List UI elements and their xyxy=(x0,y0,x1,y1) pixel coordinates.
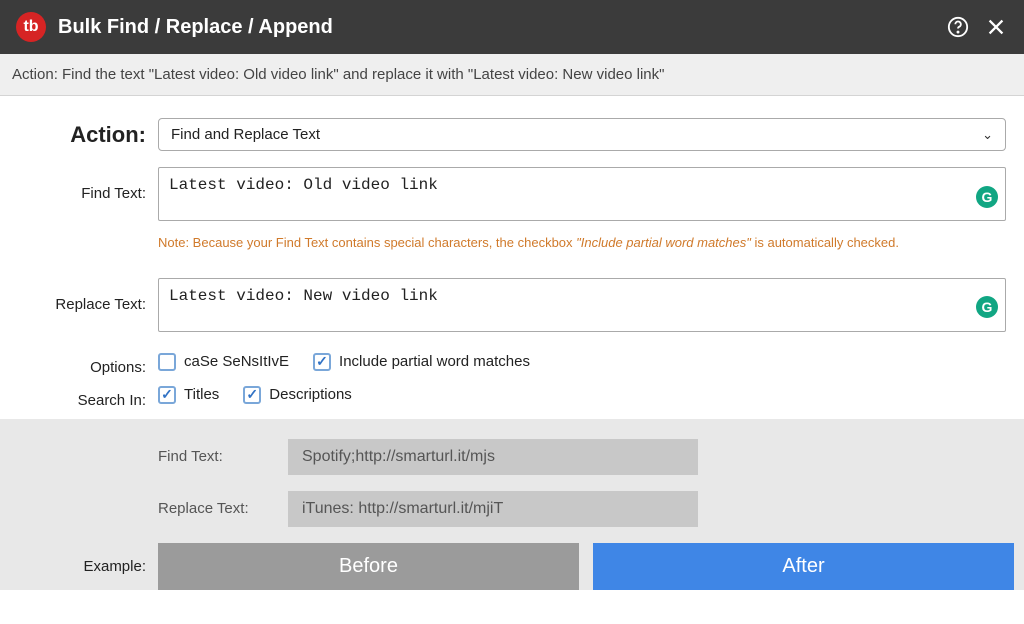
checkbox-case-sensitive[interactable]: caSe SeNsItIvE xyxy=(158,353,289,371)
app-logo: tb xyxy=(16,12,46,42)
example-area: Find Text: Spotify;http://smarturl.it/mj… xyxy=(0,419,1024,590)
find-label: Find Text: xyxy=(10,167,158,202)
note-italic: "Include partial word matches" xyxy=(576,235,751,250)
action-label: Action: xyxy=(10,118,158,148)
row-search-in: Search In: ✓ Titles ✓ Descriptions xyxy=(10,386,1014,409)
example-after-header: After xyxy=(593,543,1014,590)
options-label: Options: xyxy=(10,353,158,376)
example-replace-row: Replace Text: iTunes: http://smarturl.it… xyxy=(10,491,1014,527)
example-replace-value: iTunes: http://smarturl.it/mjiT xyxy=(288,491,698,527)
checkbox-partial-matches[interactable]: ✓ Include partial word matches xyxy=(313,353,530,371)
grammarly-icon[interactable]: G xyxy=(976,296,998,318)
checkbox-box-icon: ✓ xyxy=(313,353,331,371)
titlebar-actions xyxy=(946,15,1008,39)
checkbox-box-icon xyxy=(158,353,176,371)
note-prefix: Note: Because your Find Text contains sp… xyxy=(158,235,576,250)
grammarly-icon[interactable]: G xyxy=(976,186,998,208)
find-text-input[interactable] xyxy=(158,167,1006,221)
example-find-label: Find Text: xyxy=(158,448,288,465)
action-select-value: Find and Replace Text xyxy=(171,126,320,143)
row-action: Action: Find and Replace Text ⌄ xyxy=(10,118,1014,151)
checkbox-descriptions[interactable]: ✓ Descriptions xyxy=(243,386,352,404)
checkbox-label: Descriptions xyxy=(269,386,352,403)
close-icon[interactable] xyxy=(984,15,1008,39)
example-label: Example: xyxy=(10,558,158,575)
example-find-row: Find Text: Spotify;http://smarturl.it/mj… xyxy=(10,439,1014,475)
checkbox-titles[interactable]: ✓ Titles xyxy=(158,386,219,404)
checkbox-box-icon: ✓ xyxy=(158,386,176,404)
row-replace: Replace Text: G xyxy=(10,278,1014,337)
example-replace-label: Replace Text: xyxy=(158,500,288,517)
row-options: Options: caSe SeNsItIvE ✓ Include partia… xyxy=(10,353,1014,376)
replace-label: Replace Text: xyxy=(10,278,158,313)
help-icon[interactable] xyxy=(946,15,970,39)
replace-text-input[interactable] xyxy=(158,278,1006,332)
searchin-label: Search In: xyxy=(10,386,158,409)
checkbox-label: Include partial word matches xyxy=(339,353,530,370)
form-area: Action: Find and Replace Text ⌄ Find Tex… xyxy=(0,96,1024,409)
checkbox-label: Titles xyxy=(184,386,219,403)
find-note: Note: Because your Find Text contains sp… xyxy=(158,234,1006,252)
chevron-down-icon: ⌄ xyxy=(982,127,993,143)
action-summary: Action: Find the text "Latest video: Old… xyxy=(0,54,1024,96)
row-find: Find Text: G Note: Because your Find Tex… xyxy=(10,167,1014,252)
window-title: Bulk Find / Replace / Append xyxy=(58,16,934,39)
example-find-value: Spotify;http://smarturl.it/mjs xyxy=(288,439,698,475)
note-suffix: is automatically checked. xyxy=(751,235,899,250)
checkbox-label: caSe SeNsItIvE xyxy=(184,353,289,370)
titlebar: tb Bulk Find / Replace / Append xyxy=(0,0,1024,54)
action-select[interactable]: Find and Replace Text ⌄ xyxy=(158,118,1006,151)
example-before-header: Before xyxy=(158,543,579,590)
checkbox-box-icon: ✓ xyxy=(243,386,261,404)
